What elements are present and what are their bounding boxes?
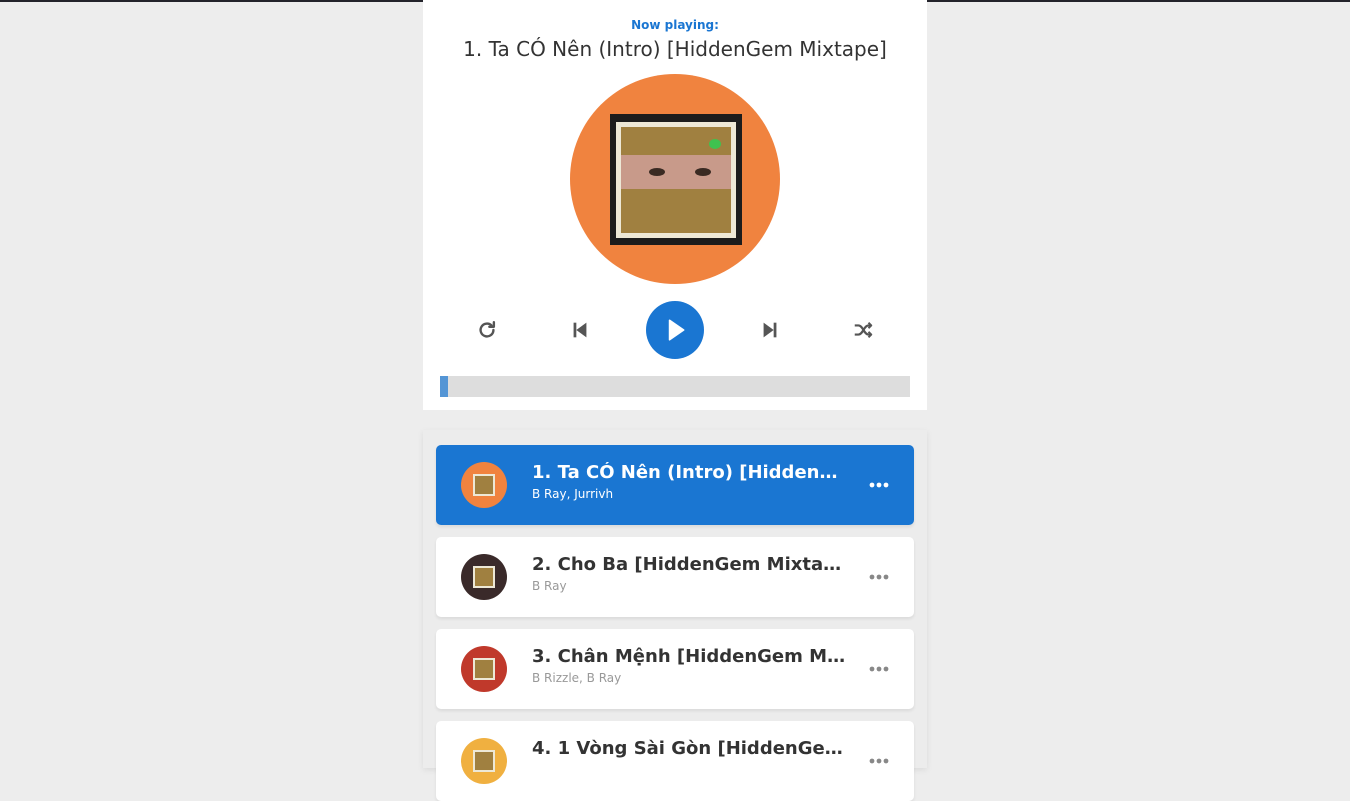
song-item[interactable]: 2. Cho Ba [HiddenGem Mixtape] B Ray — [436, 537, 914, 617]
shuffle-icon — [854, 321, 873, 339]
song-options-button[interactable] — [862, 659, 896, 679]
next-button[interactable] — [754, 314, 786, 346]
song-title: 4. 1 Vòng Sài Gòn [HiddenGem Mixtape] — [532, 738, 846, 759]
player-controls — [423, 300, 927, 360]
song-thumbnail — [461, 554, 507, 600]
song-thumbnail — [461, 462, 507, 508]
repeat-icon — [479, 321, 496, 338]
song-options-button[interactable] — [862, 567, 896, 587]
prev-button[interactable] — [564, 314, 596, 346]
playlist: 1. Ta CÓ Nên (Intro) [HiddenGem Mixtape]… — [423, 430, 927, 801]
repeat-button[interactable] — [471, 314, 503, 346]
song-item[interactable]: 3. Chân Mệnh [HiddenGem Mixtape] B Rizzle… — [436, 629, 914, 709]
now-playing-label: Now playing: — [631, 18, 719, 32]
song-title: 3. Chân Mệnh [HiddenGem Mixtape] — [532, 646, 846, 667]
song-item[interactable]: 1. Ta CÓ Nên (Intro) [HiddenGem Mixtape]… — [436, 445, 914, 525]
song-thumbnail — [461, 738, 507, 784]
song-item[interactable]: 4. 1 Vòng Sài Gòn [HiddenGem Mixtape] — [436, 721, 914, 801]
song-body: 4. 1 Vòng Sài Gòn [HiddenGem Mixtape] — [532, 738, 846, 763]
current-song-title: 1. Ta CÓ Nên (Intro) [HiddenGem Mixtape] — [463, 37, 887, 61]
ellipsis-icon — [869, 666, 889, 672]
step-backward-icon — [573, 322, 587, 338]
song-author: B Ray — [532, 579, 567, 593]
song-options-button[interactable] — [862, 751, 896, 771]
play-icon — [668, 319, 685, 341]
song-title: 1. Ta CÓ Nên (Intro) [HiddenGem Mixtape] — [532, 462, 846, 483]
play-pause-button[interactable] — [646, 301, 704, 359]
song-body: 1. Ta CÓ Nên (Intro) [HiddenGem Mixtape]… — [532, 462, 846, 501]
progress-bar[interactable] — [440, 376, 910, 397]
progress-fill — [440, 376, 448, 397]
song-thumbnail — [461, 646, 507, 692]
song-author: B Rizzle, B Ray — [532, 671, 622, 685]
song-options-button[interactable] — [862, 475, 896, 495]
ellipsis-icon — [869, 758, 889, 764]
song-author: B Ray, Jurrivh — [532, 487, 614, 501]
song-body: 2. Cho Ba [HiddenGem Mixtape] B Ray — [532, 554, 846, 593]
ellipsis-icon — [869, 574, 889, 580]
ellipsis-icon — [869, 482, 889, 488]
song-title: 2. Cho Ba [HiddenGem Mixtape] — [532, 554, 846, 575]
album-art-image — [610, 114, 742, 245]
step-forward-icon — [763, 322, 777, 338]
song-body: 3. Chân Mệnh [HiddenGem Mixtape] B Rizzle… — [532, 646, 846, 685]
random-button[interactable] — [847, 314, 879, 346]
player-dashboard: Now playing: 1. Ta CÓ Nên (Intro) [Hidde… — [423, 0, 927, 410]
cd-album-art — [570, 74, 780, 284]
